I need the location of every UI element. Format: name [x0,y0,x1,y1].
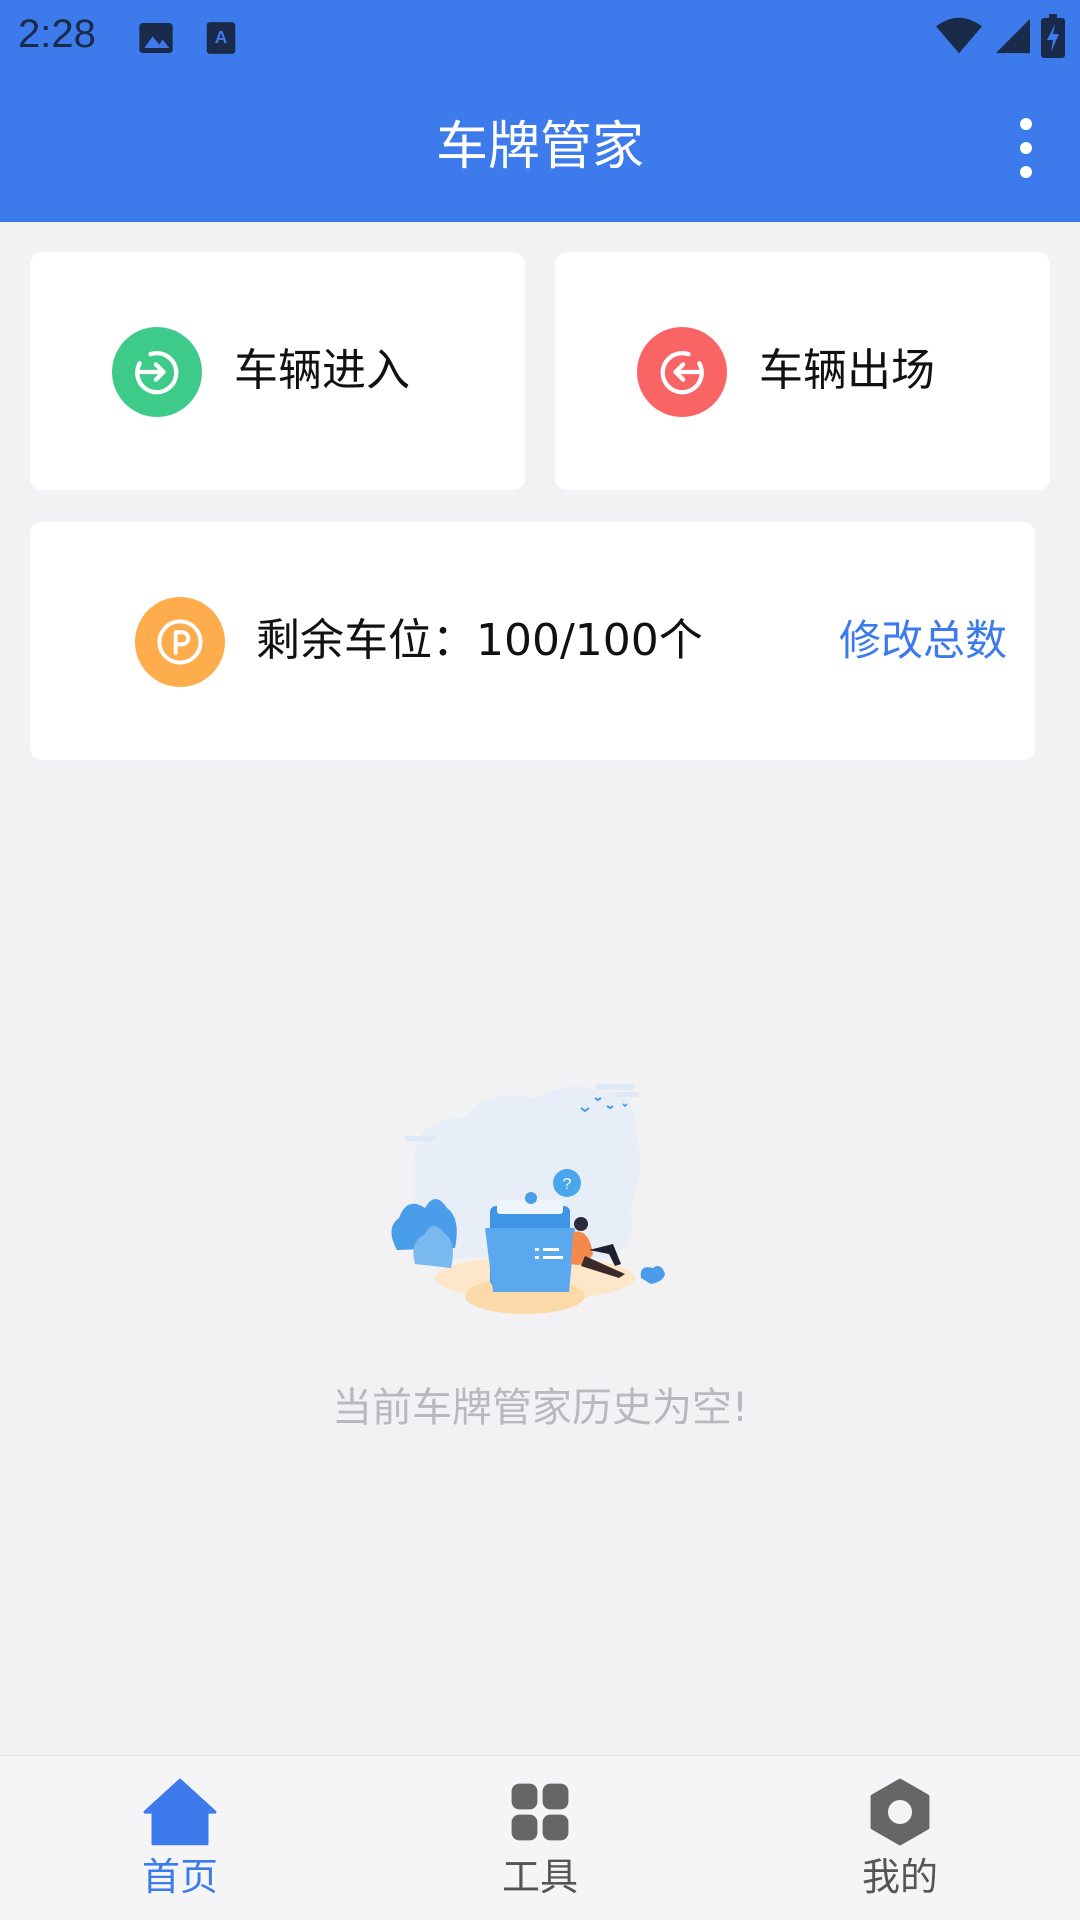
svg-text:?: ? [563,1176,572,1193]
exit-icon [637,327,727,417]
vehicle-enter-label: 车辆进入 [234,345,410,396]
status-icons [936,14,1066,62]
nav-label-home: 首页 [141,1855,218,1899]
status-time: 2:28 [18,12,96,56]
nav-item-home[interactable]: 首页 [0,1756,360,1920]
bottom-nav: 首页 工具 我的 [0,1755,1080,1920]
parking-spaces-card: 剩余车位：100/100个 修改总数 [30,522,1035,760]
battery-icon [1040,14,1066,62]
home-icon [140,1772,220,1852]
empty-history-message: 当前车牌管家历史为空! [331,1385,749,1431]
nav-item-tools[interactable]: 工具 [360,1756,720,1920]
vehicle-exit-card[interactable]: 车辆出场 [555,252,1050,490]
vehicle-exit-label: 车辆出场 [759,345,935,396]
edit-total-button[interactable]: 修改总数 [839,611,1007,671]
enter-icon [112,327,202,417]
text-a-icon: A [202,18,240,62]
app-header: 2:28 A 车牌管家 [0,0,1080,222]
wifi-icon [936,16,982,60]
grid-icon [500,1772,580,1852]
page-title: 车牌管家 [435,117,644,177]
remaining-spaces-text: 剩余车位：100/100个 [256,615,703,666]
hexagon-icon [860,1772,940,1852]
more-dot [1020,166,1032,178]
more-dot [1020,118,1032,130]
signal-icon [992,16,1030,60]
more-options-button[interactable] [1008,118,1044,178]
svg-text:A: A [215,27,228,47]
nav-item-mine[interactable]: 我的 [720,1756,1080,1920]
nav-label-mine: 我的 [861,1855,938,1899]
vehicle-enter-card[interactable]: 车辆进入 [30,252,525,490]
parking-icon [135,597,225,687]
nav-label-tools: 工具 [501,1855,578,1899]
more-dot [1020,142,1032,154]
gallery-icon [136,18,176,62]
empty-state-illustration: ? [385,1078,685,1334]
